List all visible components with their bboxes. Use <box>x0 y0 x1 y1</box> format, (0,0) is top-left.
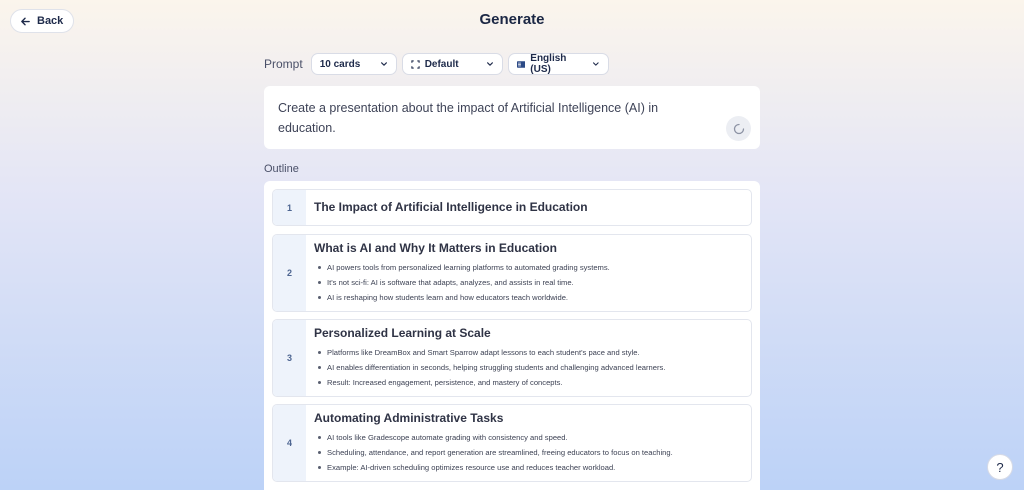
card-number: 1 <box>273 190 306 225</box>
chevron-down-icon <box>593 62 599 66</box>
outline-label: Outline <box>264 163 299 175</box>
prompt-controls: Prompt 10 cards Default English (US) <box>264 53 609 75</box>
bullet-item[interactable]: It's not sci-fi: AI is software that ada… <box>314 275 743 290</box>
spinner-icon <box>733 123 744 134</box>
bullet-item[interactable]: Platforms like DreamBox and Smart Sparro… <box>314 345 743 360</box>
bullet-item[interactable]: AI is reshaping how students learn and h… <box>314 290 743 305</box>
page-title: Generate <box>479 11 545 28</box>
theme-value: Default <box>424 58 459 70</box>
card-bullets: Platforms like DreamBox and Smart Sparro… <box>314 345 743 390</box>
card-body: Automating Administrative Tasks AI tools… <box>306 405 751 481</box>
card-bullets: AI powers tools from personalized learni… <box>314 260 743 305</box>
bullet-item[interactable]: Scheduling, attendance, and report gener… <box>314 445 743 460</box>
help-button[interactable]: ? <box>987 454 1013 480</box>
card-title[interactable]: What is AI and Why It Matters in Educati… <box>314 241 743 256</box>
outline-card[interactable]: 1 The Impact of Artificial Intelligence … <box>272 189 752 226</box>
card-number: 3 <box>273 320 306 396</box>
card-title[interactable]: Automating Administrative Tasks <box>314 411 743 426</box>
card-bullets: AI tools like Gradescope automate gradin… <box>314 430 743 475</box>
bullet-item[interactable]: Result: Increased engagement, persistenc… <box>314 375 743 390</box>
outline-panel: 1 The Impact of Artificial Intelligence … <box>264 181 760 490</box>
card-count-select[interactable]: 10 cards <box>310 53 397 75</box>
generating-indicator-button[interactable] <box>726 116 751 141</box>
chevron-down-icon <box>380 62 387 66</box>
outline-card[interactable]: 4 Automating Administrative Tasks AI too… <box>272 404 752 482</box>
card-number: 2 <box>273 235 306 311</box>
bullet-item[interactable]: AI powers tools from personalized learni… <box>314 260 743 275</box>
outline-card[interactable]: 3 Personalized Learning at Scale Platfor… <box>272 319 752 397</box>
language-select[interactable]: English (US) <box>507 53 609 75</box>
card-body: What is AI and Why It Matters in Educati… <box>306 235 751 311</box>
bullet-item[interactable]: AI enables differentiation in seconds, h… <box>314 360 743 375</box>
card-title[interactable]: Personalized Learning at Scale <box>314 326 743 341</box>
prompt-label: Prompt <box>264 57 303 71</box>
flag-icon <box>516 60 526 68</box>
bullet-item[interactable]: Example: AI-driven scheduling optimizes … <box>314 460 743 475</box>
dashed-frame-icon <box>411 59 420 69</box>
theme-select[interactable]: Default <box>401 53 503 75</box>
card-title[interactable]: The Impact of Artificial Intelligence in… <box>314 200 588 215</box>
language-value: English (US) <box>530 53 567 75</box>
card-body: The Impact of Artificial Intelligence in… <box>306 190 751 225</box>
outline-card[interactable]: 2 What is AI and Why It Matters in Educa… <box>272 234 752 312</box>
bullet-item[interactable]: AI tools like Gradescope automate gradin… <box>314 430 743 445</box>
card-body: Personalized Learning at Scale Platforms… <box>306 320 751 396</box>
chevron-down-icon <box>486 62 493 66</box>
card-number: 4 <box>273 405 306 481</box>
prompt-input[interactable]: Create a presentation about the impact o… <box>264 86 760 149</box>
card-count-value: 10 cards <box>319 58 361 70</box>
prompt-text: Create a presentation about the impact o… <box>278 101 659 135</box>
